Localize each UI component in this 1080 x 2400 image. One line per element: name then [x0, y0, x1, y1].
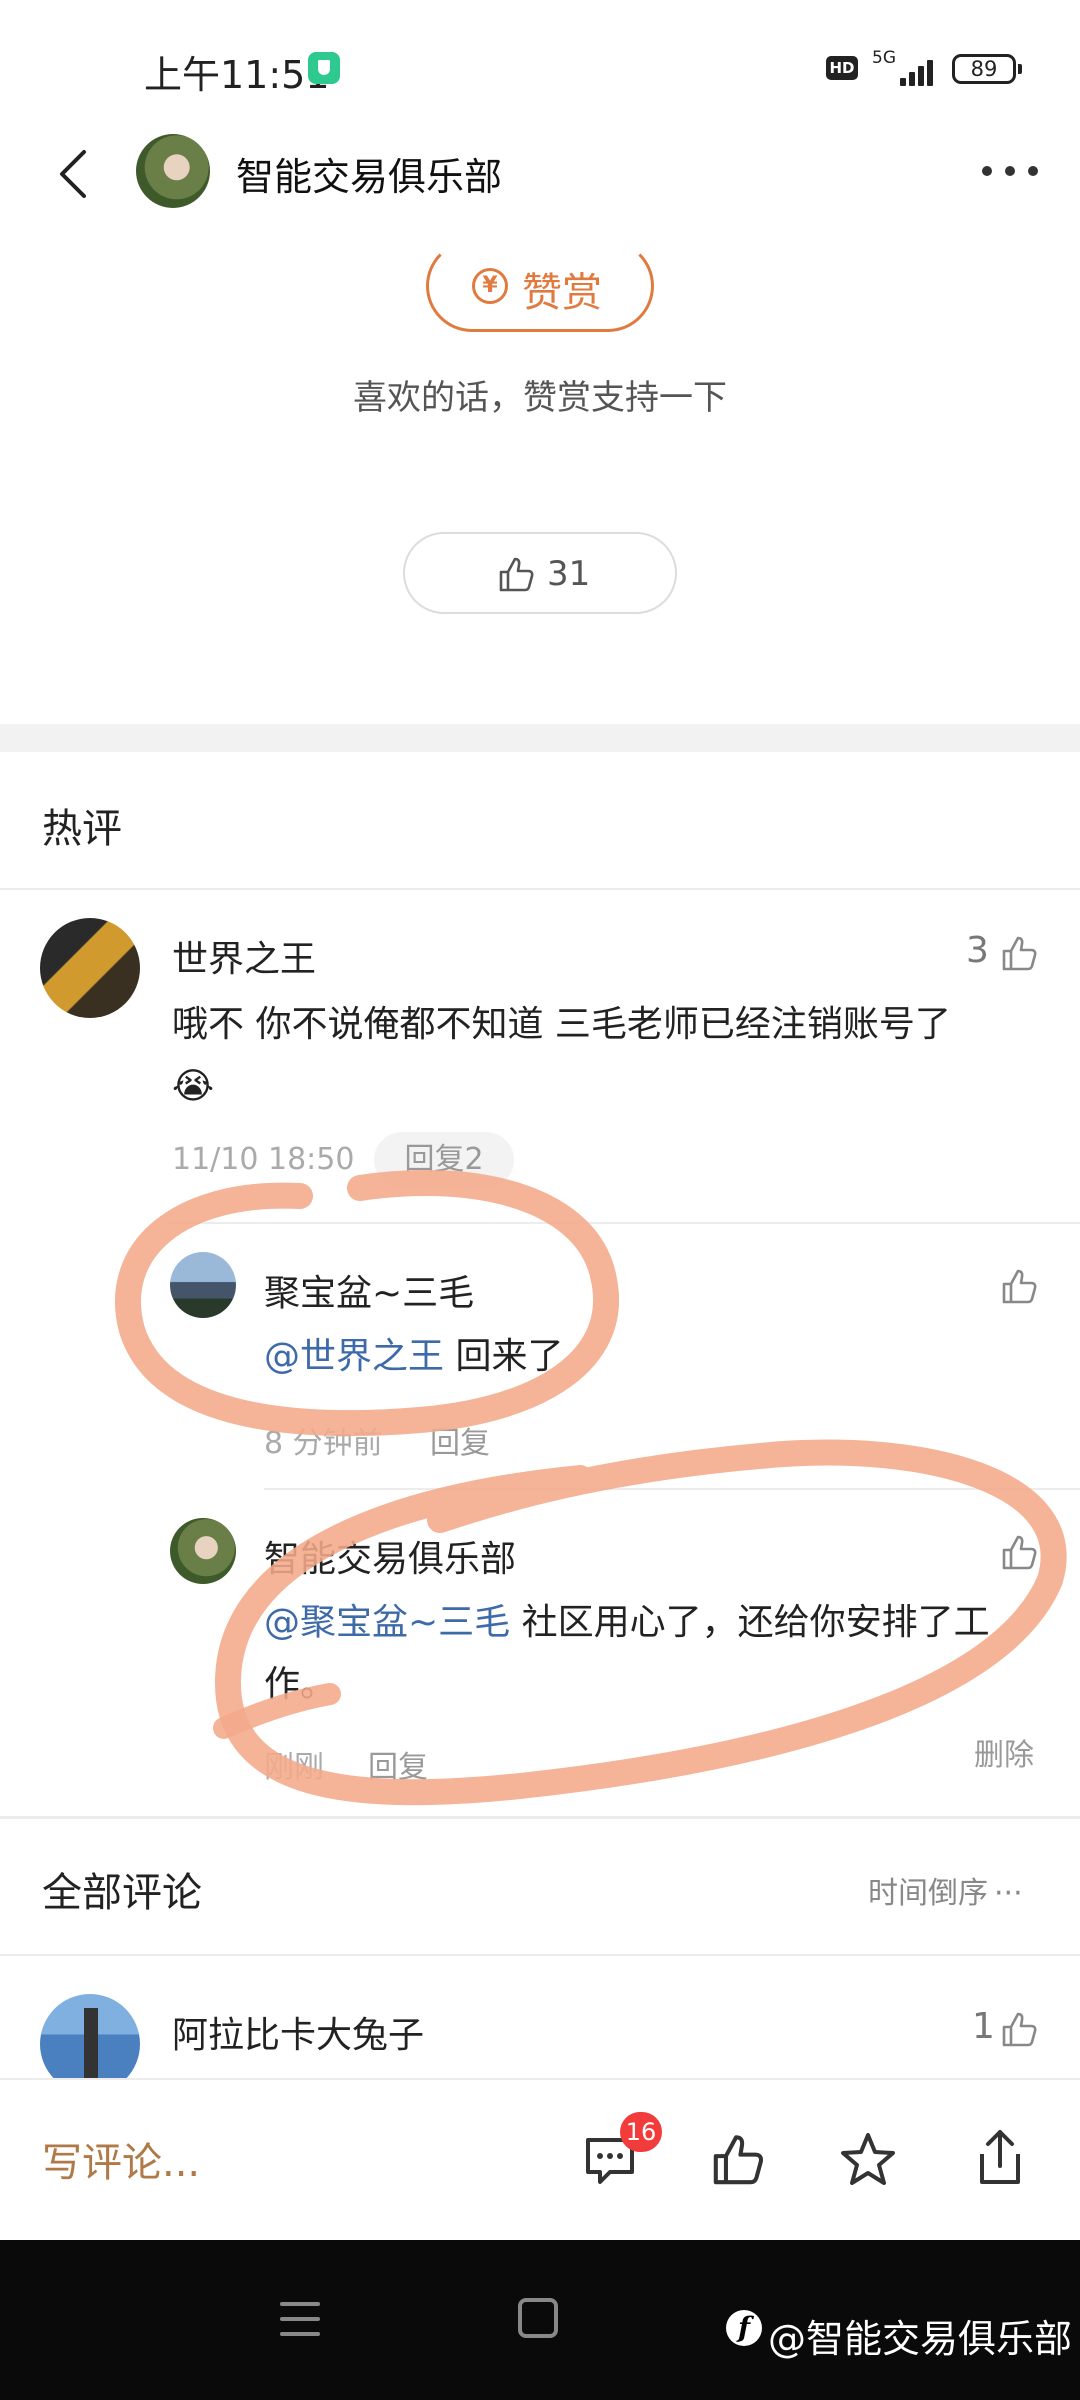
comment-count-badge: 16 [620, 2112, 662, 2152]
more-options-icon[interactable] [980, 150, 1040, 190]
annotation-overlay [115, 1170, 1067, 1806]
article-like-count: 31 [547, 554, 591, 594]
comment-body: 哦不 你不说俺都不知道 三毛老师已经注销账号了 [172, 1004, 951, 1045]
back-arrow-icon[interactable] [48, 146, 104, 202]
divider [0, 1816, 1080, 1819]
page-title[interactable]: 智能交易俱乐部 [236, 146, 502, 201]
article-like-button[interactable]: 31 [403, 532, 677, 614]
reply-body: 回来了 [444, 1336, 564, 1377]
reply-avatar[interactable] [170, 1518, 236, 1584]
thumb-up-icon [499, 557, 534, 592]
hd-badge: HD [826, 56, 858, 80]
comment-author[interactable]: 世界之王 [172, 930, 316, 982]
reward-button-label[interactable]: 赞赏 [522, 260, 602, 318]
thumb-up-icon[interactable] [1000, 933, 1040, 973]
coin-icon: ¥ [472, 268, 508, 304]
sort-order-label: 时间倒序 [868, 1876, 988, 1911]
hot-comments-title: 热评 [42, 806, 122, 852]
like-icon[interactable] [710, 2130, 768, 2188]
comment-time: 11/10 18:50 [172, 1142, 355, 1177]
reply-button[interactable]: 回复 [368, 1742, 428, 1786]
recent-apps-icon[interactable] [280, 2302, 320, 2338]
divider [170, 1222, 1080, 1224]
mention-link[interactable]: @世界之王 [264, 1336, 444, 1377]
author-avatar[interactable] [136, 134, 210, 208]
reply-text: @聚宝盆~三毛 社区用心了，还给你安排了工作。 [264, 1592, 1034, 1716]
sort-order-button[interactable]: 时间倒序 ··· [868, 1868, 1023, 1912]
crying-emoji: 😭 [172, 1066, 215, 1107]
reply-time: 刚刚 [264, 1750, 324, 1785]
share-icon[interactable] [970, 2126, 1030, 2188]
comment-like-count: 3 [966, 930, 989, 971]
battery-level: 89 [970, 57, 998, 81]
home-button-icon[interactable] [518, 2298, 558, 2338]
comment-like-count: 1 [972, 2006, 995, 2047]
reply-text: @世界之王 回来了 [264, 1326, 563, 1388]
status-time: 上午11:51 [144, 53, 330, 97]
watermark-text: @智能交易俱乐部 [768, 2317, 1073, 2361]
reward-hint: 喜欢的话，赞赏支持一下 [353, 378, 727, 418]
divider [0, 1954, 1080, 1956]
commenter-avatar[interactable] [40, 918, 140, 1018]
reply-author[interactable]: 智能交易俱乐部 [264, 1530, 516, 1582]
delete-button[interactable]: 删除 [974, 1730, 1034, 1774]
comment-author[interactable]: 阿拉比卡大兔子 [172, 2006, 424, 2058]
favorite-star-icon[interactable] [838, 2130, 898, 2190]
reply-button[interactable]: 回复 [430, 1418, 490, 1462]
signal-icon [900, 56, 940, 86]
reply-time: 8 分钟前 [264, 1426, 383, 1461]
thumb-up-icon[interactable] [1000, 1532, 1040, 1572]
more-dots-icon: ··· [994, 1876, 1023, 1911]
weibo-logo-icon: f [726, 2310, 762, 2346]
section-gap [0, 724, 1080, 752]
thumb-up-icon[interactable] [1000, 2009, 1040, 2049]
comment-text: 哦不 你不说俺都不知道 三毛老师已经注销账号了 😭 [172, 994, 1032, 1118]
divider [0, 888, 1080, 890]
network-type: 5G [872, 48, 896, 68]
view-replies-button[interactable]: 回复2 [374, 1132, 514, 1188]
thumb-up-icon[interactable] [1000, 1266, 1040, 1306]
mention-link[interactable]: @聚宝盆~三毛 [264, 1602, 510, 1643]
vpn-shield-icon [308, 52, 340, 84]
reply-avatar[interactable] [170, 1252, 236, 1318]
divider [264, 1488, 1080, 1490]
reply-author[interactable]: 聚宝盆~三毛 [264, 1264, 474, 1316]
battery-icon: 89 [952, 54, 1022, 84]
all-comments-title: 全部评论 [42, 1870, 202, 1916]
write-comment-input[interactable]: 写评论... [42, 2130, 200, 2188]
